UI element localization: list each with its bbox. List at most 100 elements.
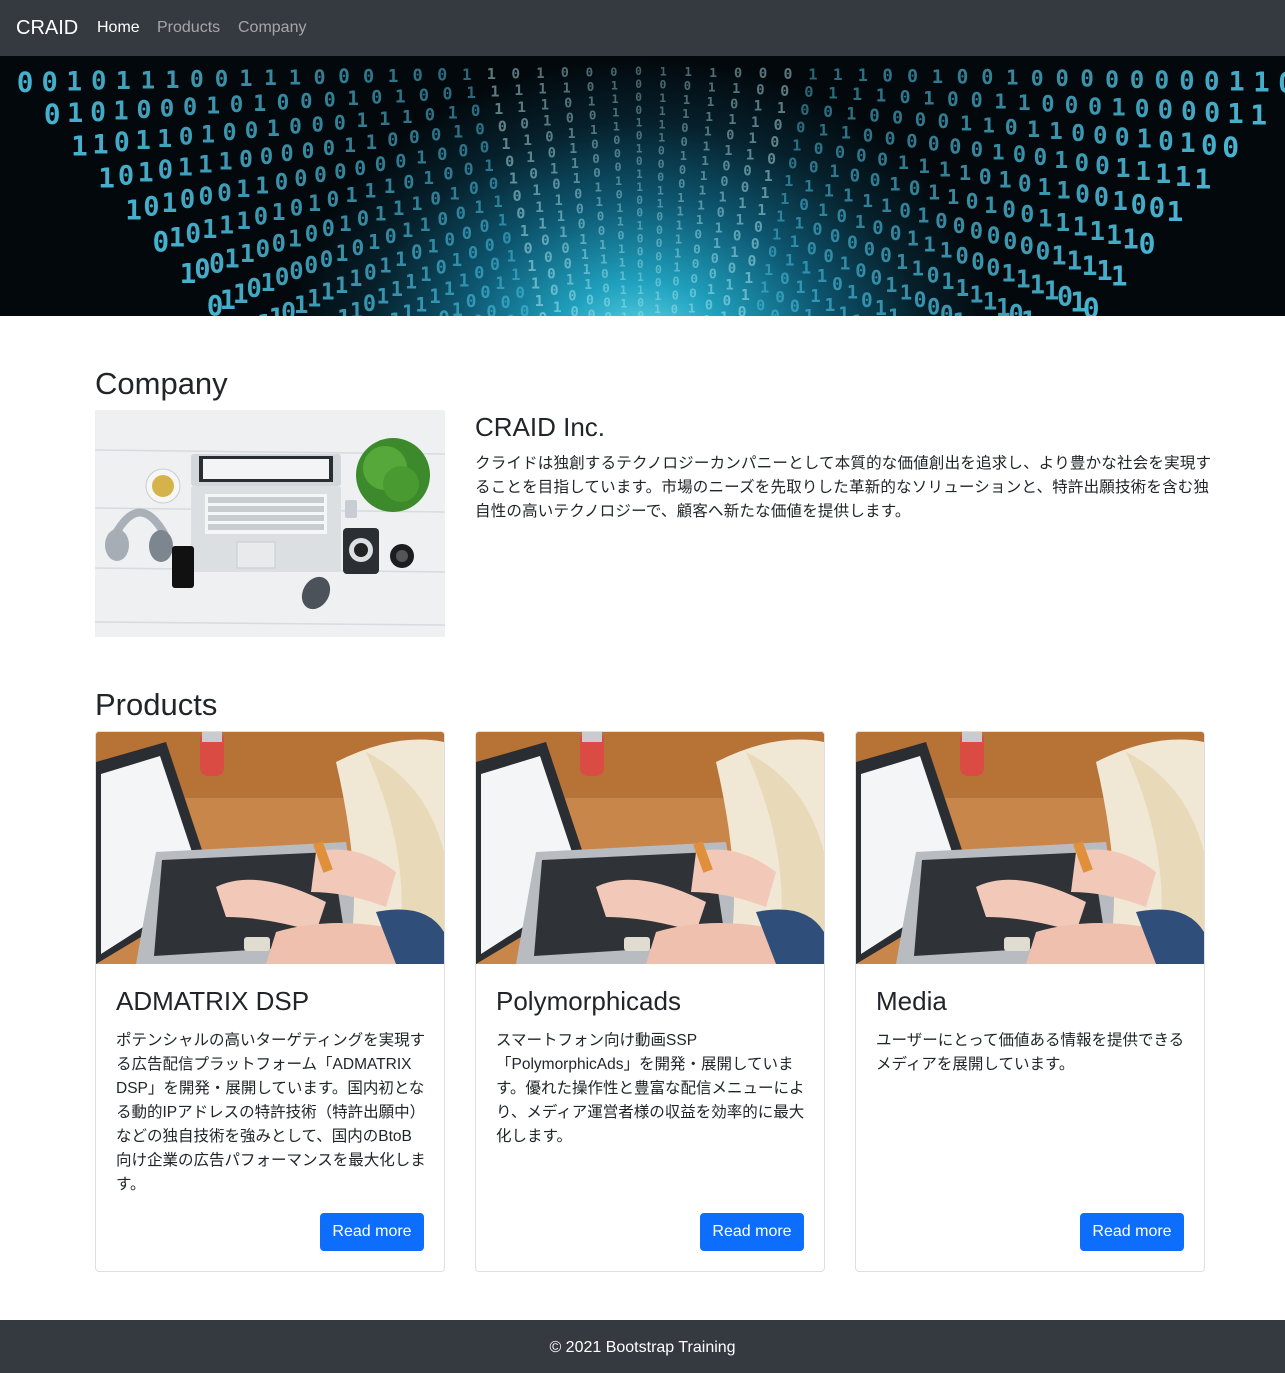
svg-text:0: 0 [784, 66, 793, 83]
nav-link-products[interactable]: Products [157, 18, 220, 38]
svg-text:0: 0 [723, 294, 732, 310]
svg-text:1: 1 [379, 254, 391, 278]
svg-text:0: 0 [541, 233, 550, 249]
svg-text:1: 1 [876, 87, 886, 107]
svg-text:1: 1 [683, 93, 690, 107]
svg-text:1: 1 [833, 65, 843, 84]
svg-text:0: 0 [987, 224, 1001, 250]
svg-text:1: 1 [584, 278, 592, 293]
svg-text:1: 1 [116, 66, 131, 95]
svg-text:1: 1 [794, 213, 804, 232]
svg-text:0: 0 [636, 155, 643, 168]
svg-text:1: 1 [1155, 159, 1171, 190]
svg-text:0: 0 [1278, 66, 1285, 99]
svg-text:0: 0 [1088, 92, 1102, 120]
svg-text:1: 1 [858, 65, 868, 85]
svg-text:1: 1 [596, 194, 604, 209]
svg-text:0: 0 [752, 314, 761, 316]
svg-text:1: 1 [751, 115, 760, 131]
svg-text:0: 0 [971, 137, 983, 161]
svg-text:0: 0 [656, 210, 663, 224]
svg-text:0: 0 [215, 66, 228, 92]
svg-text:0: 0 [832, 274, 843, 295]
svg-text:1: 1 [415, 293, 427, 316]
svg-text:1: 1 [1180, 128, 1196, 159]
svg-text:0: 0 [877, 149, 888, 170]
svg-text:1: 1 [637, 271, 644, 284]
svg-text:1: 1 [307, 284, 321, 312]
svg-text:1: 1 [538, 217, 547, 233]
svg-text:1: 1 [559, 225, 567, 241]
company-section-title: Company [95, 366, 228, 401]
svg-text:1: 1 [838, 304, 849, 316]
svg-text:0: 0 [604, 309, 612, 316]
svg-text:0: 0 [566, 112, 574, 127]
svg-text:0: 0 [413, 66, 423, 86]
svg-text:0: 0 [970, 218, 983, 244]
svg-text:0: 0 [118, 161, 134, 192]
svg-text:0: 0 [588, 309, 596, 317]
product-card-polymorphicads: Polymorphicads スマートフォン向け動画SSP「Polymorphi… [475, 731, 825, 1272]
svg-text:1: 1 [487, 65, 496, 83]
svg-text:0: 0 [571, 305, 579, 317]
svg-text:0: 0 [835, 142, 845, 162]
svg-text:1: 1 [1001, 260, 1016, 288]
svg-text:0: 0 [586, 65, 594, 80]
svg-text:1: 1 [932, 67, 943, 88]
svg-text:0: 0 [443, 84, 453, 103]
svg-text:1: 1 [829, 161, 839, 181]
svg-text:0: 0 [1018, 171, 1032, 197]
svg-text:1: 1 [828, 84, 838, 103]
svg-text:1: 1 [636, 117, 643, 130]
svg-text:0: 0 [671, 302, 678, 316]
svg-text:1: 1 [388, 66, 399, 87]
svg-text:1: 1 [1016, 265, 1031, 294]
nav-link-company[interactable]: Company [238, 18, 306, 38]
svg-text:1: 1 [289, 66, 301, 90]
product-card-media: Media ユーザーにとって価値ある情報を提供できるメディアを展開しています。 … [855, 731, 1205, 1272]
product-card-text: スマートフォン向け動画SSP「PolymorphicAds」を開発・展開していま… [496, 1032, 805, 1145]
svg-text:0: 0 [544, 250, 553, 266]
svg-text:1: 1 [617, 215, 624, 229]
svg-text:0: 0 [586, 293, 594, 308]
svg-text:0: 0 [547, 267, 556, 283]
svg-text:1: 1 [1067, 247, 1083, 277]
nav-link-home[interactable]: Home [97, 18, 140, 38]
svg-text:1: 1 [713, 236, 721, 252]
svg-text:0: 0 [334, 160, 346, 184]
svg-text:1: 1 [594, 180, 602, 195]
svg-text:0: 0 [598, 223, 606, 238]
svg-text:0: 0 [637, 232, 644, 245]
svg-text:1: 1 [982, 114, 994, 138]
svg-text:0: 0 [899, 199, 911, 222]
read-more-button[interactable]: Read more [700, 1213, 804, 1251]
svg-text:1: 1 [379, 109, 390, 130]
svg-text:1: 1 [705, 110, 713, 125]
svg-text:0: 0 [143, 192, 159, 223]
svg-text:1: 1 [881, 196, 892, 217]
svg-text:1: 1 [654, 289, 661, 303]
svg-text:1: 1 [462, 65, 472, 84]
svg-text:0: 0 [775, 287, 785, 306]
svg-text:1: 1 [1082, 251, 1098, 282]
svg-text:1: 1 [900, 281, 912, 305]
svg-text:0: 0 [800, 101, 809, 119]
svg-text:0: 0 [635, 91, 642, 104]
svg-text:1: 1 [810, 287, 820, 307]
svg-text:0: 0 [501, 293, 511, 312]
svg-text:0: 0 [678, 177, 685, 191]
svg-text:0: 0 [949, 134, 961, 158]
read-more-button[interactable]: Read more [1080, 1213, 1184, 1251]
svg-text:0: 0 [431, 125, 441, 145]
svg-text:1: 1 [240, 239, 255, 268]
svg-text:0: 0 [591, 136, 599, 151]
brand-logo[interactable]: CRAID [16, 15, 78, 41]
svg-text:1: 1 [339, 211, 352, 236]
svg-text:1: 1 [448, 103, 458, 122]
read-more-button[interactable]: Read more [320, 1213, 424, 1251]
svg-text:0: 0 [179, 122, 194, 151]
svg-text:0: 0 [726, 127, 734, 143]
svg-text:1: 1 [992, 140, 1005, 165]
svg-text:1: 1 [335, 242, 348, 267]
svg-text:0: 0 [1130, 66, 1145, 94]
